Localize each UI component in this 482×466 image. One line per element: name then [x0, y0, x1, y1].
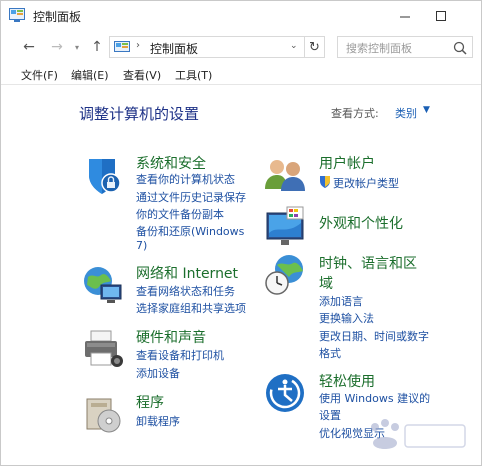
ease-of-access-icon[interactable] — [263, 371, 307, 415]
appearance-monitor-icon[interactable] — [263, 205, 307, 249]
minimize-icon — [400, 16, 410, 18]
view-by-dropdown[interactable]: 类别 — [395, 105, 417, 121]
link-homegroup-sharing[interactable]: 选择家庭组和共享选项 — [136, 300, 246, 316]
control-panel-window: 控制面板 ← → ▾ ↑ › 控制面板 ⌄ ↻ 搜索控制面板 文件(F) 编辑(… — [0, 0, 482, 466]
category-ease-of-access[interactable]: 轻松使用 — [319, 371, 375, 391]
page-title: 调整计算机的设置 — [79, 105, 200, 123]
link-view-computer-status[interactable]: 查看你的计算机状态 — [136, 171, 235, 187]
shield-icon[interactable] — [81, 153, 125, 197]
link-add-device[interactable]: 添加设备 — [136, 365, 180, 381]
link-backup-restore-cont[interactable]: 7) — [136, 239, 147, 252]
search-input[interactable]: 搜索控制面板 — [337, 36, 473, 58]
link-windows-recommended-settings-cont[interactable]: 设置 — [319, 407, 341, 423]
refresh-button[interactable]: ↻ — [305, 36, 325, 58]
search-icon[interactable] — [452, 40, 468, 56]
link-change-account-type[interactable]: 更改帐户类型 — [333, 175, 399, 191]
uac-shield-icon — [320, 176, 330, 188]
baidu-jingyan-watermark — [371, 419, 466, 449]
back-button[interactable]: ← — [19, 37, 39, 57]
clock-globe-icon[interactable] — [263, 253, 307, 297]
maximize-button[interactable] — [425, 5, 457, 27]
minimize-button[interactable] — [389, 5, 421, 27]
link-devices-printers[interactable]: 查看设备和打印机 — [136, 347, 224, 363]
view-by-label: 查看方式: — [331, 107, 379, 120]
category-hardware-sound[interactable]: 硬件和声音 — [136, 327, 206, 347]
window-title: 控制面板 — [33, 10, 82, 24]
programs-icon[interactable] — [81, 391, 125, 435]
link-network-status[interactable]: 查看网络状态和任务 — [136, 283, 235, 299]
category-programs[interactable]: 程序 — [136, 392, 164, 412]
forward-button[interactable]: → — [47, 37, 67, 57]
link-file-history-cont[interactable]: 你的文件备份副本 — [136, 206, 224, 222]
caret-down-icon[interactable]: ▼ — [423, 105, 430, 115]
link-file-history[interactable]: 通过文件历史记录保存 — [136, 189, 246, 205]
arrow-left-icon: ← — [23, 39, 35, 55]
network-globe-icon[interactable] — [81, 263, 125, 307]
search-placeholder: 搜索控制面板 — [346, 42, 412, 55]
chevron-down-icon[interactable]: ⌄ — [290, 41, 298, 51]
link-backup-restore[interactable]: 备份和还原(Windows — [136, 223, 244, 239]
recent-locations-button[interactable]: ▾ — [67, 37, 87, 57]
up-button[interactable]: ↑ — [87, 37, 107, 57]
breadcrumb-control-panel[interactable]: 控制面板 — [150, 40, 198, 57]
maximize-icon — [436, 11, 446, 21]
arrow-up-icon: ↑ — [91, 39, 103, 55]
link-change-input-method[interactable]: 更换输入法 — [319, 310, 374, 326]
category-user-accounts[interactable]: 用户帐户 — [319, 153, 375, 173]
category-network-internet[interactable]: 网络和 Internet — [136, 263, 238, 283]
category-clock-language-region-cont[interactable]: 域 — [319, 273, 333, 293]
menu-bar: 文件(F) 编辑(E) 查看(V) 工具(T) — [1, 63, 481, 85]
link-windows-recommended-settings[interactable]: 使用 Windows 建议的 — [319, 390, 430, 406]
printer-icon[interactable] — [81, 327, 125, 371]
link-uninstall-program[interactable]: 卸载程序 — [136, 413, 180, 429]
menu-tools[interactable]: 工具(T) — [175, 67, 212, 83]
control-panel-icon — [114, 41, 130, 52]
category-system-security[interactable]: 系统和安全 — [136, 153, 206, 173]
navigation-bar: ← → ▾ ↑ › 控制面板 ⌄ ↻ 搜索控制面板 — [1, 31, 481, 63]
title-bar: 控制面板 — [1, 1, 481, 31]
link-change-date-time-format[interactable]: 更改日期、时间或数字 — [319, 328, 429, 344]
arrow-right-icon: → — [51, 39, 63, 55]
control-panel-icon — [9, 8, 25, 22]
address-bar[interactable]: › 控制面板 ⌄ — [109, 36, 305, 58]
menu-view[interactable]: 查看(V) — [123, 67, 161, 83]
link-add-language[interactable]: 添加语言 — [319, 293, 363, 309]
breadcrumb-separator-icon: › — [136, 40, 140, 51]
menu-edit[interactable]: 编辑(E) — [71, 67, 109, 83]
menu-file[interactable]: 文件(F) — [21, 67, 58, 83]
category-clock-language-region[interactable]: 时钟、语言和区 — [319, 253, 417, 273]
category-appearance-personalization[interactable]: 外观和个性化 — [319, 213, 403, 233]
chevron-down-icon: ▾ — [74, 42, 79, 52]
link-change-date-time-format-cont[interactable]: 格式 — [319, 345, 341, 361]
refresh-icon: ↻ — [309, 39, 320, 55]
user-accounts-icon[interactable] — [263, 153, 307, 197]
